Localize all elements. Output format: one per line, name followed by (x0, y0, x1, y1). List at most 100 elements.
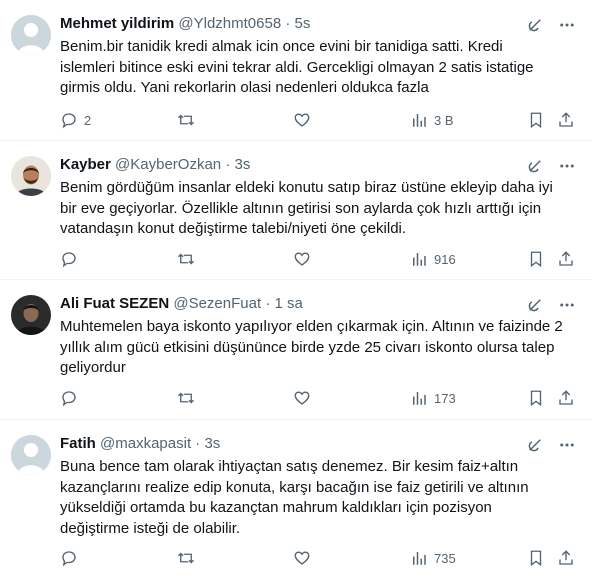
avatar[interactable] (11, 156, 51, 196)
reply-button[interactable]: 2 (60, 109, 91, 131)
user-handle[interactable]: @KayberOzkan (115, 156, 221, 173)
reply-count: 2 (84, 112, 92, 128)
views-icon (413, 392, 426, 405)
share-button[interactable] (557, 387, 575, 409)
tweet[interactable]: Fatih @maxkapasit · 3s Buna bence tam ol… (0, 420, 592, 582)
bookmark-button[interactable] (527, 109, 545, 131)
user-photo-icon (11, 295, 51, 335)
share-button[interactable] (557, 109, 575, 131)
views-button[interactable]: 735 (410, 547, 456, 569)
tweet-text-line: Buna bence tam olarak ihtiyaçtan satış d… (60, 458, 519, 475)
separator-dot: · (195, 435, 201, 452)
user-photo-icon (11, 156, 51, 196)
reply-button[interactable] (60, 547, 78, 569)
bookmark-icon (530, 251, 542, 268)
user-handle[interactable]: @Yldzhmt0658 (178, 15, 281, 32)
reply-button[interactable] (60, 387, 78, 409)
separator-dot: · (265, 295, 271, 312)
views-icon (413, 253, 426, 266)
views-button[interactable]: 173 (410, 387, 456, 409)
grok-icon[interactable] (526, 436, 544, 454)
like-button[interactable] (293, 109, 311, 131)
retweet-button[interactable] (176, 109, 196, 131)
timestamp[interactable]: 3s (204, 435, 220, 452)
views-count: 3 B (434, 112, 454, 128)
timestamp[interactable]: 1 sa (274, 295, 302, 312)
action-bar: 2 3 B (60, 109, 578, 131)
heart-icon (294, 113, 310, 127)
separator-dot: · (285, 15, 291, 32)
views-icon (413, 114, 426, 127)
grok-icon[interactable] (526, 16, 544, 34)
share-icon (559, 112, 573, 127)
more-icon[interactable] (558, 296, 576, 314)
more-icon[interactable] (558, 16, 576, 34)
heart-icon (294, 252, 310, 266)
tweet-text: Benim gördüğüm insanlar eldeki konutu sa… (60, 178, 580, 240)
action-bar: 173 (60, 387, 578, 409)
tweet[interactable]: Mehmet yildirim @Yldzhmt0658 · 5s Benim.… (0, 0, 592, 141)
tweet[interactable]: Ali Fuat SEZEN @SezenFuat · 1 sa Muhteme… (0, 280, 592, 420)
more-icon[interactable] (558, 157, 576, 175)
display-name[interactable]: Ali Fuat SEZEN (60, 295, 169, 312)
bookmark-icon (530, 390, 542, 407)
retweet-button[interactable] (176, 387, 196, 409)
reply-icon (62, 391, 76, 407)
tweet-text-line: geliyordur (60, 359, 126, 376)
views-count: 735 (434, 550, 456, 566)
default-avatar-icon (11, 15, 51, 55)
display-name[interactable]: Kayber (60, 156, 111, 173)
tweet-header: Kayber @KayberOzkan · 3s (60, 155, 592, 175)
retweet-icon (178, 114, 194, 126)
reply-icon (62, 551, 76, 567)
avatar[interactable] (11, 295, 51, 335)
tweet-text-line: değiştirme isteği de olabilir. (60, 519, 241, 537)
action-bar: 916 (60, 248, 578, 270)
retweet-button[interactable] (176, 547, 196, 569)
retweet-button[interactable] (176, 248, 196, 270)
share-button[interactable] (557, 547, 575, 569)
more-icon[interactable] (558, 436, 576, 454)
tweet-text-line: Muhtemelen baya iskonto yapılıyor elden … (60, 318, 563, 335)
retweet-icon (178, 392, 194, 404)
reply-icon (62, 252, 76, 268)
views-button[interactable]: 916 (410, 248, 456, 270)
bookmark-button[interactable] (527, 387, 545, 409)
display-name[interactable]: Fatih (60, 435, 96, 452)
user-handle[interactable]: @SezenFuat (173, 295, 261, 312)
share-icon (559, 251, 573, 266)
share-button[interactable] (557, 248, 575, 270)
display-name[interactable]: Mehmet yildirim (60, 15, 174, 32)
reply-button[interactable] (60, 248, 78, 270)
timestamp[interactable]: 5s (295, 15, 311, 32)
views-count: 916 (434, 251, 456, 267)
timestamp[interactable]: 3s (234, 156, 250, 173)
tweet-text-line: islemleri bitince eski evini tekrar aldi… (60, 58, 534, 76)
bookmark-icon (530, 550, 542, 567)
tweet-text: Buna bence tam olarak ihtiyaçtan satış d… (60, 457, 580, 539)
grok-icon[interactable] (526, 157, 544, 175)
reply-icon (62, 113, 76, 129)
tweet-header: Ali Fuat SEZEN @SezenFuat · 1 sa (60, 294, 592, 314)
views-button[interactable]: 3 B (410, 109, 454, 131)
bookmark-button[interactable] (527, 547, 545, 569)
avatar[interactable] (11, 15, 51, 55)
tweet-text-line: vatandaşın konut değiştirme talebi/niyet… (60, 220, 407, 237)
bookmark-button[interactable] (527, 248, 545, 270)
tweet-header: Fatih @maxkapasit · 3s (60, 434, 592, 454)
like-button[interactable] (293, 387, 311, 409)
action-bar: 735 (60, 547, 578, 569)
tweet[interactable]: Kayber @KayberOzkan · 3s Benim gördüğüm … (0, 141, 592, 280)
tweet-text-line: kazançlarını realize edip konuta, karşı … (60, 478, 529, 496)
like-button[interactable] (293, 248, 311, 270)
avatar[interactable] (11, 435, 51, 475)
views-count: 173 (434, 390, 456, 406)
separator-dot: · (225, 156, 231, 173)
user-handle[interactable]: @maxkapasit (100, 435, 191, 452)
heart-icon (294, 551, 310, 565)
tweet-text: Benim.bir tanidik kredi almak icin once … (60, 37, 580, 99)
like-button[interactable] (293, 547, 311, 569)
default-avatar-icon (11, 435, 51, 475)
tweet-text-line: yıllık alım gücü etkisini düşününce bird… (60, 338, 555, 356)
grok-icon[interactable] (526, 296, 544, 314)
